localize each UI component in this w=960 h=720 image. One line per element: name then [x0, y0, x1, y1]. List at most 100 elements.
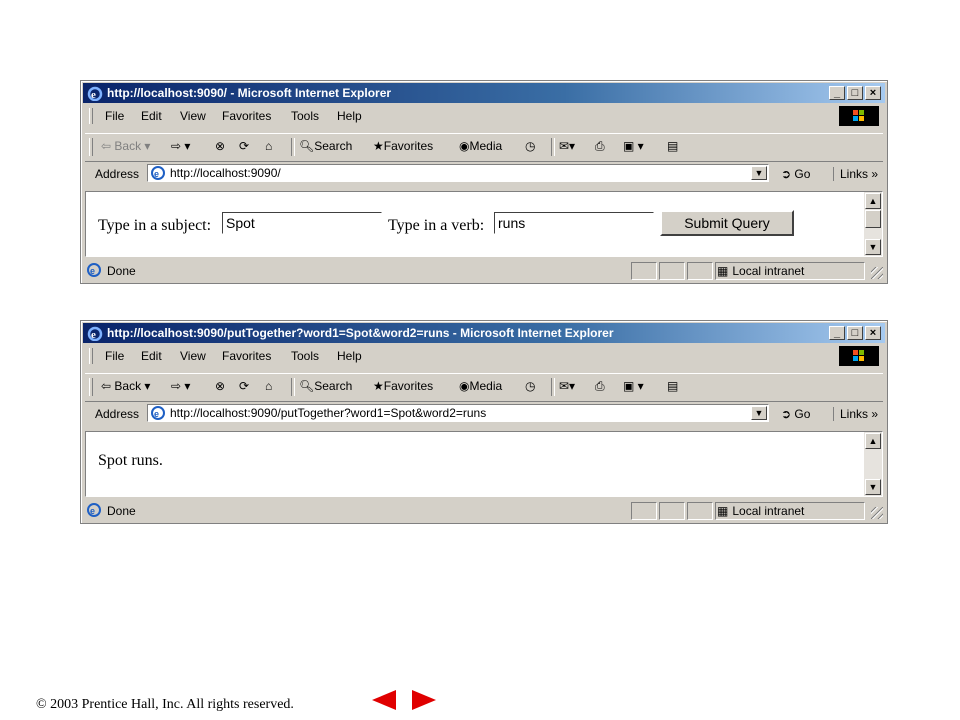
scroll-up-button[interactable]: ▲ — [865, 193, 881, 209]
stop-icon[interactable]: ⊗ — [215, 379, 225, 393]
ie-page-icon: e — [151, 406, 165, 420]
minimize-button[interactable]: _ — [829, 86, 845, 100]
links-button[interactable]: Links » — [833, 407, 878, 421]
resize-grip-icon[interactable] — [871, 507, 883, 519]
previous-slide-icon[interactable] — [368, 688, 400, 712]
refresh-icon[interactable]: ⟳ — [239, 139, 249, 153]
favorites-button[interactable]: ★ Favorites — [373, 379, 433, 393]
menu-favorites[interactable]: Favorites — [222, 349, 271, 363]
go-arrow-icon: ➲ — [781, 167, 795, 181]
media-label: Media — [469, 139, 503, 153]
media-icon: ◉ — [459, 379, 470, 393]
menu-help[interactable]: Help — [337, 349, 362, 363]
close-button[interactable]: × — [865, 86, 881, 100]
title-bar[interactable]: e http://localhost:9090/ - Microsoft Int… — [83, 83, 885, 103]
scroll-down-button[interactable]: ▼ — [865, 479, 881, 495]
address-input[interactable]: e http://localhost:9090/putTogether?word… — [147, 404, 769, 422]
history-icon[interactable]: ◷ — [525, 139, 535, 153]
refresh-icon[interactable]: ⟳ — [239, 379, 249, 393]
menu-tools[interactable]: Tools — [291, 349, 319, 363]
forward-button[interactable]: ⇨ ▾ — [171, 139, 190, 153]
forward-arrow-icon: ⇨ ▾ — [171, 379, 191, 393]
go-button[interactable]: ➲ Go — [781, 167, 810, 181]
scroll-up-button[interactable]: ▲ — [865, 433, 881, 449]
ie-logo-icon: e — [87, 326, 103, 341]
menu-view[interactable]: View — [180, 349, 206, 363]
menu-edit[interactable]: Edit — [141, 349, 162, 363]
print-icon[interactable]: ⎙ — [595, 379, 605, 394]
links-label: Links — [840, 167, 869, 181]
minimize-button[interactable]: _ — [829, 326, 845, 340]
verb-input[interactable]: runs — [494, 212, 654, 234]
menu-favorites[interactable]: Favorites — [222, 109, 271, 123]
menu-file[interactable]: File — [105, 109, 124, 123]
edit-word-icon[interactable]: ▣ ▾ — [623, 139, 644, 153]
window-title: http://localhost:9090/putTogether?word1=… — [107, 326, 614, 340]
resize-grip-icon[interactable] — [871, 267, 883, 279]
toolbar-separator — [291, 138, 295, 156]
discuss-icon[interactable]: ▤ — [667, 139, 678, 153]
stop-icon[interactable]: ⊗ — [215, 139, 225, 153]
menu-help[interactable]: Help — [337, 109, 362, 123]
search-label: Search — [314, 139, 353, 153]
maximize-button[interactable]: □ — [847, 326, 863, 340]
next-slide-icon[interactable] — [408, 688, 440, 712]
search-button[interactable]: 🔍︎ Search — [299, 379, 352, 393]
history-icon[interactable]: ◷ — [525, 379, 535, 393]
scroll-down-button[interactable]: ▼ — [865, 239, 881, 255]
title-bar[interactable]: e http://localhost:9090/putTogether?word… — [83, 323, 885, 343]
standard-toolbar: ⇦ Back ▾ ⇨ ▾ ⊗ ⟳ ⌂ 🔍︎ Search ★ Favorites ◉… — [85, 373, 883, 400]
mail-icon[interactable]: ✉▾ — [559, 139, 575, 153]
svg-text:e: e — [90, 266, 95, 276]
favorites-button[interactable]: ★ Favorites — [373, 139, 433, 153]
search-button[interactable]: 🔍︎ Search — [299, 139, 352, 153]
status-bar: e Done ▦ Local intranet — [83, 501, 885, 521]
status-panel — [631, 262, 657, 280]
scroll-thumb[interactable] — [865, 210, 881, 228]
menu-edit[interactable]: Edit — [141, 109, 162, 123]
vertical-scrollbar[interactable]: ▲ ▼ — [864, 192, 882, 256]
links-chevron-icon: » — [871, 407, 879, 421]
search-icon: 🔍︎ — [299, 379, 315, 393]
menu-view[interactable]: View — [180, 109, 206, 123]
go-label: Go — [794, 167, 811, 181]
go-button[interactable]: ➲ Go — [781, 407, 810, 421]
mail-icon[interactable]: ✉▾ — [559, 379, 575, 393]
address-input[interactable]: e http://localhost:9090/ ▼ — [147, 164, 769, 182]
status-panel — [687, 262, 713, 280]
back-button[interactable]: ⇦ Back ▾ — [101, 379, 150, 393]
back-button[interactable]: ⇦ Back ▾ — [101, 139, 150, 153]
zone-label: Local intranet — [732, 504, 805, 518]
status-panel — [687, 502, 713, 520]
address-dropdown-button[interactable]: ▼ — [751, 166, 767, 180]
verb-label: Type in a verb: — [388, 217, 485, 234]
links-label: Links — [840, 407, 869, 421]
home-icon[interactable]: ⌂ — [265, 139, 272, 153]
links-button[interactable]: Links » — [833, 167, 878, 181]
close-button[interactable]: × — [865, 326, 881, 340]
vertical-scrollbar[interactable]: ▲ ▼ — [864, 432, 882, 496]
media-button[interactable]: ◉ Media — [459, 139, 502, 153]
favorites-icon: ★ — [373, 379, 384, 393]
edit-word-icon[interactable]: ▣ ▾ — [623, 379, 644, 393]
subject-input[interactable]: Spot — [222, 212, 382, 234]
zone-indicator: ▦ Local intranet — [717, 504, 804, 518]
media-button[interactable]: ◉ Media — [459, 379, 502, 393]
print-icon[interactable]: ⎙ — [595, 139, 605, 154]
intranet-icon: ▦ — [717, 504, 729, 518]
address-url: http://localhost:9090/ — [170, 166, 281, 180]
address-url: http://localhost:9090/putTogether?word1=… — [170, 406, 487, 420]
submit-query-button[interactable]: Submit Query — [660, 210, 794, 236]
address-dropdown-button[interactable]: ▼ — [751, 406, 767, 420]
links-chevron-icon: » — [871, 167, 879, 181]
menu-tools[interactable]: Tools — [291, 109, 319, 123]
ie-logo-icon: e — [87, 86, 103, 101]
forward-button[interactable]: ⇨ ▾ — [171, 379, 190, 393]
status-panel — [631, 502, 657, 520]
maximize-button[interactable]: □ — [847, 86, 863, 100]
discuss-icon[interactable]: ▤ — [667, 379, 678, 393]
menu-file[interactable]: File — [105, 349, 124, 363]
search-icon: 🔍︎ — [299, 139, 315, 153]
address-label: Address — [95, 167, 140, 181]
home-icon[interactable]: ⌂ — [265, 379, 272, 393]
